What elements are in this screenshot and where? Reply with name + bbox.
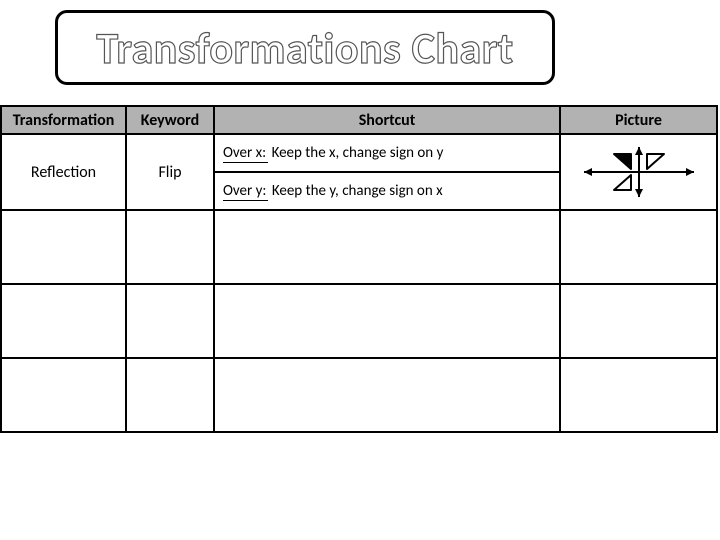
cell-picture [560,134,717,210]
cell-keyword [126,358,214,432]
header-transformation: Transformation [1,106,126,134]
cell-keyword: Flip [126,134,214,210]
page-title: Transformations Chart [96,21,513,75]
table-row [1,358,717,432]
cell-shortcut [214,358,560,432]
shortcut-rule: Keep the y, change sign on x [272,182,443,200]
cell-transformation [1,284,126,358]
transformations-table: Transformation Keyword Shortcut Picture … [0,105,718,433]
shortcut-label: Over y: [223,182,268,201]
title-container: Transformations Chart [55,10,555,85]
cell-transformation [1,210,126,284]
header-picture: Picture [560,106,717,134]
cell-keyword [126,210,214,284]
cell-shortcut [214,210,560,284]
cell-shortcut: Over x: Keep the x, change sign on y Ove… [214,134,560,210]
cell-keyword [126,284,214,358]
cell-picture [560,284,717,358]
cell-picture [560,358,717,432]
shortcut-text: Over y: Keep the y, change sign on x [215,172,559,209]
cell-picture [560,210,717,284]
table-header-row: Transformation Keyword Shortcut Picture [1,106,717,134]
shortcut-row: Over y: Keep the y, change sign on x [215,172,559,209]
cell-transformation: Reflection [1,134,126,210]
shortcut-label: Over x: [223,144,268,163]
shortcut-subtable: Over x: Keep the x, change sign on y Ove… [215,135,559,209]
shortcut-rule: Keep the x, change sign on y [272,144,444,162]
table-row: Reflection Flip Over x: Keep the x, chan… [1,134,717,210]
shortcut-row: Over x: Keep the x, change sign on y [215,135,559,172]
header-shortcut: Shortcut [214,106,560,134]
header-keyword: Keyword [126,106,214,134]
table-row [1,210,717,284]
cell-shortcut [214,284,560,358]
shortcut-text: Over x: Keep the x, change sign on y [215,135,559,172]
cell-transformation [1,358,126,432]
reflection-quadrants-icon [574,142,704,202]
table-row [1,284,717,358]
